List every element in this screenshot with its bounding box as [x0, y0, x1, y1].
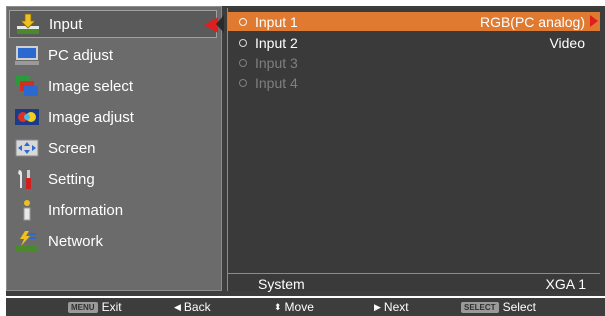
system-label: System — [258, 276, 305, 292]
input-option-label: Input 1 — [255, 13, 298, 30]
information-icon — [15, 199, 39, 221]
setting-icon — [15, 168, 39, 190]
input-option-3: Input 3 — [228, 53, 600, 72]
input-option-label: Input 4 — [255, 74, 298, 91]
menu-item-label: Input — [49, 15, 83, 33]
image-select-icon — [15, 75, 39, 97]
menu-item-setting[interactable]: Setting — [9, 165, 217, 193]
radio-icon — [239, 78, 247, 87]
select-label: Select — [502, 300, 536, 314]
menu-item-label: Image select — [48, 77, 134, 95]
radio-icon — [239, 38, 247, 47]
move-hint: ⬍ Move — [274, 300, 314, 314]
next-hint[interactable]: ▶ Next — [374, 300, 409, 314]
submenu-arrow-icon — [590, 15, 598, 27]
back-label: Back — [183, 300, 211, 314]
exit-label: Exit — [101, 300, 122, 314]
image-adjust-icon — [15, 106, 39, 128]
key-guide-bar: MENU Exit ◀ Back ⬍ Move ▶ Next SELECT Se… — [6, 298, 605, 316]
input-option-4: Input 4 — [228, 73, 600, 92]
up-down-arrow-icon: ⬍ — [274, 301, 282, 312]
menu-key-icon: MENU — [68, 301, 98, 313]
input-option-value: RGB(PC analog) — [479, 13, 585, 30]
network-icon — [15, 230, 39, 252]
menu-item-input[interactable]: Input — [9, 10, 218, 38]
input-option-1[interactable]: Input 1 RGB(PC analog) — [228, 12, 600, 31]
menu-item-label: Image adjust — [48, 108, 134, 126]
input-option-value: Video — [549, 34, 585, 51]
input-icon — [16, 13, 40, 35]
next-label: Next — [383, 300, 409, 314]
submenu-pointer — [216, 15, 224, 33]
menu-item-label: Setting — [48, 170, 95, 188]
select-key-icon: SELECT — [461, 301, 499, 313]
system-status: System XGA 1 — [228, 273, 600, 294]
select-hint[interactable]: SELECT Select — [461, 300, 536, 314]
menu-item-label: Network — [48, 232, 104, 250]
menu-item-pc-adjust[interactable]: PC adjust — [9, 41, 217, 69]
menu-item-information[interactable]: Information — [9, 196, 217, 224]
right-arrow-icon: ▶ — [374, 301, 381, 312]
menu-item-image-select[interactable]: Image select — [9, 72, 217, 100]
menu-item-image-adjust[interactable]: Image adjust — [9, 103, 217, 131]
move-label: Move — [284, 300, 314, 314]
menu-item-network[interactable]: Network — [9, 227, 217, 255]
menu-item-screen[interactable]: Screen — [9, 134, 217, 162]
back-hint[interactable]: ◀ Back — [174, 300, 211, 314]
main-menu: Input PC adjust Image select Image adjus… — [6, 6, 222, 291]
left-arrow-icon: ◀ — [174, 301, 181, 312]
screen-icon — [15, 137, 39, 159]
menu-item-label: Screen — [48, 139, 96, 157]
input-submenu: Input 1 RGB(PC analog) Input 2 Video Inp… — [227, 8, 600, 294]
system-value: XGA 1 — [545, 276, 586, 292]
exit-hint[interactable]: MENU Exit — [68, 300, 122, 314]
menu-item-label: PC adjust — [48, 46, 114, 64]
input-option-label: Input 2 — [255, 34, 298, 51]
osd-menu: Input PC adjust Image select Image adjus… — [6, 6, 605, 296]
radio-icon — [239, 17, 247, 26]
radio-icon — [239, 58, 247, 67]
menu-item-label: Information — [48, 201, 124, 219]
input-option-label: Input 3 — [255, 54, 298, 71]
input-option-2[interactable]: Input 2 Video — [228, 33, 600, 52]
pc-adjust-icon — [15, 44, 39, 66]
